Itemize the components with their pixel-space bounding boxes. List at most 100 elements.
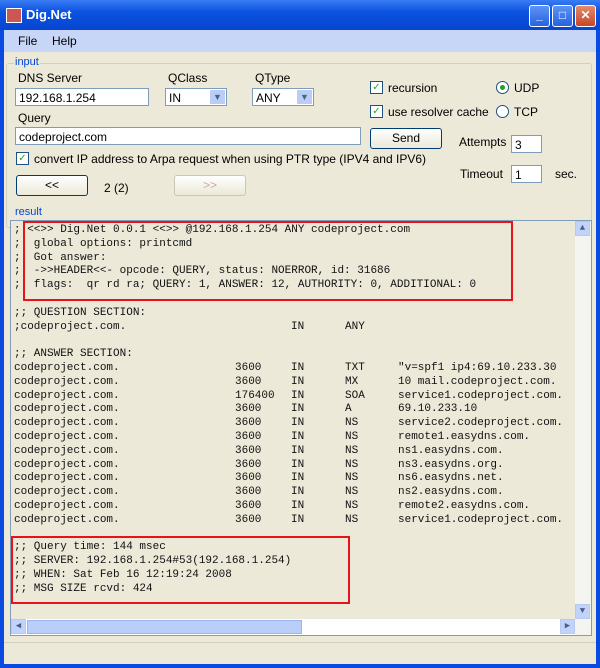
cell-ttl: 3600: [235, 486, 262, 499]
cell-data: 10 mail.codeproject.com.: [398, 375, 557, 388]
cell-ttl: 3600: [235, 458, 262, 471]
cell-class: IN: [291, 389, 305, 402]
cell-name: codeproject.com.: [14, 513, 120, 526]
answer-row: codeproject.com. 3600 IN NS remote1.easydns.…: [14, 431, 574, 445]
cell-data: 69.10.233.10: [398, 403, 478, 416]
horizontal-scroll-thumb[interactable]: [27, 620, 302, 634]
menu-file[interactable]: File: [18, 34, 37, 48]
cell-type: SOA: [345, 389, 365, 402]
cell-class: IN: [291, 403, 305, 416]
scroll-left-icon[interactable]: ◀: [11, 619, 26, 634]
cell-type: MX: [345, 375, 359, 388]
query-input[interactable]: codeproject.com: [15, 127, 361, 145]
qclass-select[interactable]: IN ▼: [165, 88, 227, 106]
cell-data: ns6.easydns.net.: [398, 472, 504, 485]
cell-class: IN: [291, 431, 305, 443]
cell-data: ns3.easydns.org.: [398, 458, 504, 471]
answer-section-header: ;; ANSWER SECTION:: [14, 348, 133, 361]
client-area: File Help input DNS Server 192.168.1.254…: [4, 30, 596, 664]
cell-type: NS: [345, 500, 359, 512]
arpa-checkbox[interactable]: ✓: [16, 152, 29, 165]
answer-row: codeproject.com. 3600 IN NS ns3.easydns.org.: [14, 459, 574, 473]
answer-row: codeproject.com. 3600 IN NS service1.codepro…: [14, 514, 574, 528]
cell-type: NS: [345, 417, 359, 430]
resolver-cache-checkbox[interactable]: ✓: [370, 105, 383, 118]
cell-class: IN: [291, 513, 305, 526]
recursion-checkbox[interactable]: ✓: [370, 81, 383, 94]
cell-ttl: 176400: [235, 389, 275, 402]
cell-type: NS: [345, 444, 359, 457]
cell-class: IN: [291, 417, 305, 430]
cell-type: NS: [345, 472, 359, 485]
cell-ttl: 3600: [235, 375, 262, 388]
answer-row: codeproject.com. 3600 IN A 69.10.233.10: [14, 403, 574, 417]
timeout-unit: sec.: [555, 167, 578, 181]
arpa-label: convert IP address to Arpa request when …: [34, 152, 426, 166]
minimize-button[interactable]: _: [529, 5, 550, 27]
timeout-input[interactable]: 1: [511, 165, 542, 183]
timeout-label: Timeout: [460, 167, 503, 181]
cell-type: A: [345, 403, 352, 416]
cell-ttl: 3600: [235, 513, 262, 526]
udp-radio[interactable]: [496, 81, 509, 94]
cell-name: codeproject.com.: [14, 417, 120, 430]
cell-ttl: 3600: [235, 362, 262, 374]
cell-data: ns1.easydns.com.: [398, 444, 504, 457]
cell-name: codeproject.com.: [14, 472, 120, 485]
menu-bar: File Help: [4, 30, 596, 52]
prev-button[interactable]: <<: [16, 175, 88, 196]
answer-row: codeproject.com. 176400 IN SOA service1.code…: [14, 390, 574, 404]
input-group-label: input: [14, 56, 40, 68]
app-icon: [6, 8, 22, 23]
cell-data: ns2.easydns.com.: [398, 486, 504, 499]
dns-server-label: DNS Server: [18, 71, 83, 85]
cell-name: codeproject.com.: [14, 389, 120, 402]
cell-type: TXT: [345, 362, 365, 374]
cell-type: NS: [345, 486, 359, 499]
close-button[interactable]: ✕: [575, 5, 596, 27]
maximize-button[interactable]: □: [552, 5, 573, 27]
answer-row: codeproject.com. 3600 IN NS ns2.easydns.com.: [14, 486, 574, 500]
cell-class: IN: [291, 444, 305, 457]
vertical-scrollbar[interactable]: ▲ ▼: [575, 221, 591, 635]
attempts-label: Attempts: [459, 135, 507, 149]
app-window: Dig.Net _ □ ✕ File Help input DNS Server…: [0, 0, 600, 668]
cell-type: NS: [345, 513, 359, 526]
cell-data: remote2.easydns.com.: [398, 500, 531, 512]
window-title: Dig.Net: [26, 7, 72, 22]
attempts-input[interactable]: 3: [511, 135, 542, 153]
dns-server-input[interactable]: 192.168.1.254: [15, 88, 149, 106]
answer-row: codeproject.com. 3600 IN TXT "v=spf1 ip4:69.…: [14, 362, 574, 376]
cell-data: remote1.easydns.com.: [398, 431, 531, 443]
qtype-select[interactable]: ANY ▼: [252, 88, 314, 106]
send-button[interactable]: Send: [370, 128, 442, 149]
cell-type: NS: [345, 431, 359, 443]
result-textarea[interactable]: ▲ ▼ ◀ ▶ ; <<>> Dig.Net 0.0.1 <<>> @192.1…: [10, 220, 592, 636]
qtype-value: ANY: [256, 91, 281, 105]
qclass-label: QClass: [168, 71, 208, 85]
recursion-label: recursion: [388, 81, 438, 95]
cell-class: IN: [291, 500, 305, 512]
cell-ttl: 3600: [235, 417, 262, 430]
cell-class: IN: [291, 486, 305, 499]
scroll-down-icon[interactable]: ▼: [575, 604, 590, 619]
cell-ttl: 3600: [235, 431, 262, 443]
cell-type: NS: [345, 458, 359, 471]
udp-label: UDP: [514, 81, 540, 95]
tcp-radio[interactable]: [496, 105, 509, 118]
question-row: ;codeproject.com. IN ANY: [14, 321, 574, 335]
scroll-up-icon[interactable]: ▲: [575, 221, 590, 236]
cell-name: codeproject.com.: [14, 458, 120, 471]
scroll-right-icon[interactable]: ▶: [560, 619, 575, 634]
cell-class: IN: [291, 362, 305, 374]
horizontal-scrollbar[interactable]: ◀ ▶: [11, 619, 575, 635]
cell-data: service1.codeproject.com.: [398, 513, 564, 526]
menu-help[interactable]: Help: [52, 34, 77, 48]
next-button[interactable]: >>: [174, 175, 246, 196]
answer-row: codeproject.com. 3600 IN NS ns1.easydns.com.: [14, 445, 574, 459]
cell-ttl: 3600: [235, 500, 262, 512]
cell-name: codeproject.com.: [14, 486, 120, 499]
cell-name: ;codeproject.com.: [14, 320, 127, 333]
cell-class: IN: [291, 458, 305, 471]
cell-ttl: 3600: [235, 472, 262, 485]
